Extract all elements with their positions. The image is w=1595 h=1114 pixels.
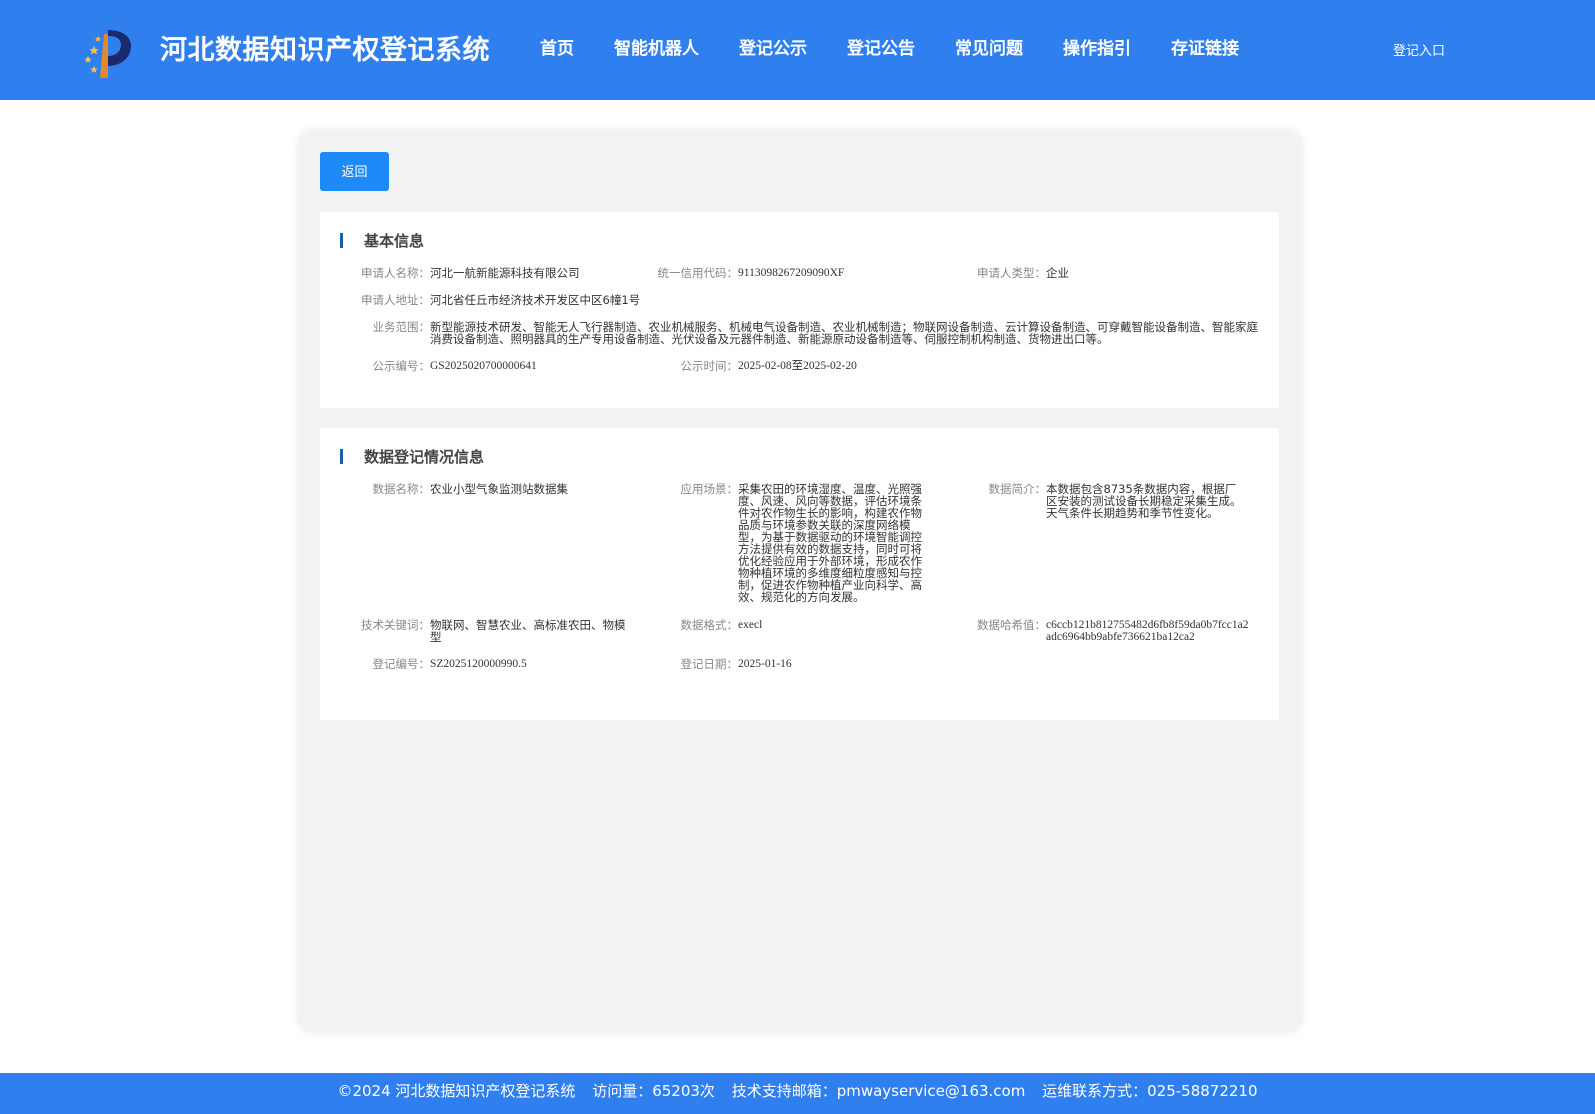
data-format-label: 数据格式： bbox=[680, 618, 739, 632]
registration-number-value: SZ2025120000990.5 bbox=[430, 658, 527, 670]
basic-info-title: 基本信息 bbox=[364, 232, 425, 250]
data-name-label: 数据名称： bbox=[372, 482, 431, 496]
address-label: 申请人地址： bbox=[361, 293, 430, 307]
data-registration-title: 数据登记情况信息 bbox=[364, 448, 485, 466]
application-scene-value: 采集农田的环境湿度、温度、光照强度、风速、风向等数据，评估环境条件对农作物生长的… bbox=[738, 482, 922, 604]
nav-robot[interactable]: 智能机器人 bbox=[614, 34, 699, 59]
credit-code-label: 统一信用代码： bbox=[657, 266, 739, 280]
credit-code-value: 9113098267209090XF bbox=[738, 267, 845, 279]
login-link[interactable]: 登记入口 bbox=[1393, 40, 1445, 59]
footer-copyright: ©2024 河北数据知识产权登记系统 bbox=[337, 1082, 576, 1100]
publicity-number-value: GS2025020700000641 bbox=[430, 360, 537, 372]
data-registration-card: 数据登记情况信息 数据名称： 农业小型气象监测站数据集 应用场景： 采集农田的环… bbox=[320, 428, 1279, 720]
data-hash-label: 数据哈希值： bbox=[977, 618, 1046, 632]
address-value: 河北省任丘市经济技术开发区中区6幢1号 bbox=[430, 293, 641, 307]
publicity-number-label: 公示编号： bbox=[372, 359, 431, 373]
site-footer: ©2024 河北数据知识产权登记系统 访问量：65203次 技术支持邮箱：pmw… bbox=[0, 1073, 1595, 1114]
nav-evidence-link[interactable]: 存证链接 bbox=[1171, 34, 1239, 59]
detail-panel: 返回 基本信息 申请人名称： 河北一航新能源科技有限公司 统一信用代码： 911… bbox=[299, 131, 1301, 1031]
logo-icon bbox=[84, 30, 132, 78]
basic-info-card: 基本信息 申请人名称： 河北一航新能源科技有限公司 统一信用代码： 911309… bbox=[320, 212, 1279, 408]
footer-visits: 访问量：65203次 bbox=[592, 1082, 715, 1100]
top-header: 河北数据知识产权登记系统 首页 智能机器人 登记公示 登记公告 常见问题 操作指… bbox=[0, 0, 1595, 100]
applicant-name-value: 河北一航新能源科技有限公司 bbox=[430, 266, 580, 280]
publicity-time-value: 2025-02-08至2025-02-20 bbox=[738, 360, 857, 372]
registration-date-value: 2025-01-16 bbox=[738, 658, 792, 670]
nav-registration-publicity[interactable]: 登记公示 bbox=[739, 34, 807, 59]
data-name-value: 农业小型气象监测站数据集 bbox=[430, 482, 568, 496]
data-format-value: execl bbox=[738, 619, 763, 631]
section-title-bar bbox=[340, 449, 343, 464]
tech-keywords-value: 物联网、智慧农业、高标准农田、物模型 bbox=[430, 618, 626, 644]
nav-faq[interactable]: 常见问题 bbox=[955, 34, 1023, 59]
business-scope-label: 业务范围： bbox=[372, 320, 431, 334]
applicant-type-value: 企业 bbox=[1046, 266, 1069, 280]
registration-date-label: 登记日期： bbox=[680, 657, 739, 671]
tech-keywords-label: 技术关键词： bbox=[361, 618, 430, 632]
business-scope-value: 新型能源技术研发、智能无人飞行器制造、农业机械服务、机械电气设备制造、农业机械制… bbox=[430, 320, 1258, 346]
nav-guide[interactable]: 操作指引 bbox=[1063, 34, 1131, 59]
footer-ops-phone: 运维联系方式：025-58872210 bbox=[1042, 1082, 1258, 1100]
application-scene-label: 应用场景： bbox=[680, 482, 739, 496]
footer-support-email: 技术支持邮箱：pmwayservice@163.com bbox=[731, 1082, 1026, 1100]
applicant-type-label: 申请人类型： bbox=[977, 266, 1046, 280]
site-title: 河北数据知识产权登记系统 bbox=[160, 35, 490, 66]
registration-number-label: 登记编号： bbox=[372, 657, 431, 671]
applicant-name-label: 申请人名称： bbox=[361, 266, 430, 280]
data-hash-value: c6ccb121b812755482d6fb8f59da0b7fcc1a2adc… bbox=[1046, 619, 1249, 643]
publicity-time-label: 公示时间： bbox=[680, 359, 739, 373]
nav-home[interactable]: 首页 bbox=[540, 34, 574, 59]
data-intro-label: 数据简介： bbox=[988, 482, 1047, 496]
section-title-bar bbox=[340, 233, 343, 248]
nav-registration-announcement[interactable]: 登记公告 bbox=[847, 34, 915, 59]
back-button[interactable]: 返回 bbox=[320, 152, 389, 191]
data-intro-value: 本数据包含8735条数据内容，根据厂区安装的测试设备长期稳定采集生成。天气条件长… bbox=[1046, 482, 1242, 520]
